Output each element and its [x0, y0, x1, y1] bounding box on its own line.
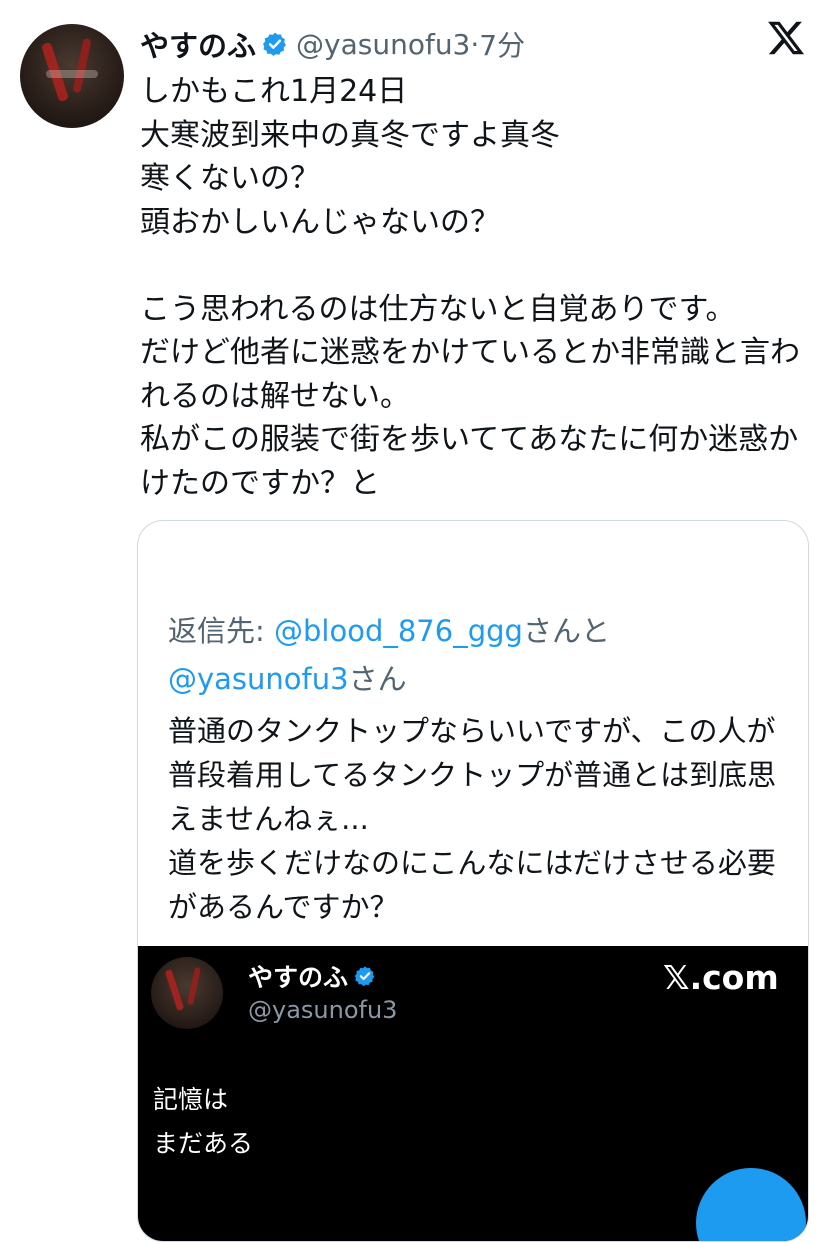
author-avatar[interactable] [20, 24, 124, 128]
reply-prefix: 返信先: [168, 614, 274, 648]
embed-author-name-row: やすのふ [248, 958, 376, 994]
verified-badge-icon [262, 32, 286, 56]
embed-text: 記憶は まだある [153, 1085, 254, 1158]
embedded-screenshot[interactable]: やすのふ @yasunofu3 𝕏.com 記憶は まだある [138, 946, 808, 1241]
tweet-text: しかもこれ1月24日 大寒波到来中の真冬ですよ真冬 寒くないの？ 頭おかしいんじ… [140, 74, 800, 501]
reply-to-line: 返信先: @blood_876_gggさんと @yasunofu3さん [168, 607, 788, 703]
embed-author-handle: @yasunofu3 [248, 996, 398, 1024]
mention-suffix-2: さん [348, 662, 407, 696]
mention-link-1[interactable]: @blood_876_ggg [274, 614, 523, 648]
embed-verified-badge-icon [354, 966, 375, 987]
quoted-tweet-text: 普通のタンクトップならいいですが、この人が普段着用してるタンクトップが普通とは到… [168, 714, 777, 924]
embed-brand-logo: 𝕏.com [663, 958, 779, 997]
embed-author-name: やすのふ [248, 963, 349, 992]
separator-dot: · [470, 27, 480, 61]
quoted-tweet-card[interactable]: 返信先: @blood_876_gggさんと @yasunofu3さん 普通のタ… [137, 520, 809, 1242]
author-handle[interactable]: @yasunofu3 [296, 28, 470, 61]
tweet-header: やすのふ @yasunofu3 · 7分 [140, 24, 525, 64]
author-name[interactable]: やすのふ [140, 23, 256, 65]
mention-suffix-1: さんと [522, 614, 610, 648]
embed-avatar [151, 957, 223, 1029]
x-logo-icon[interactable] [766, 18, 806, 58]
tweet-timestamp[interactable]: 7分 [479, 24, 525, 64]
mention-link-2[interactable]: @yasunofu3 [168, 662, 349, 696]
compose-button [696, 1168, 806, 1241]
